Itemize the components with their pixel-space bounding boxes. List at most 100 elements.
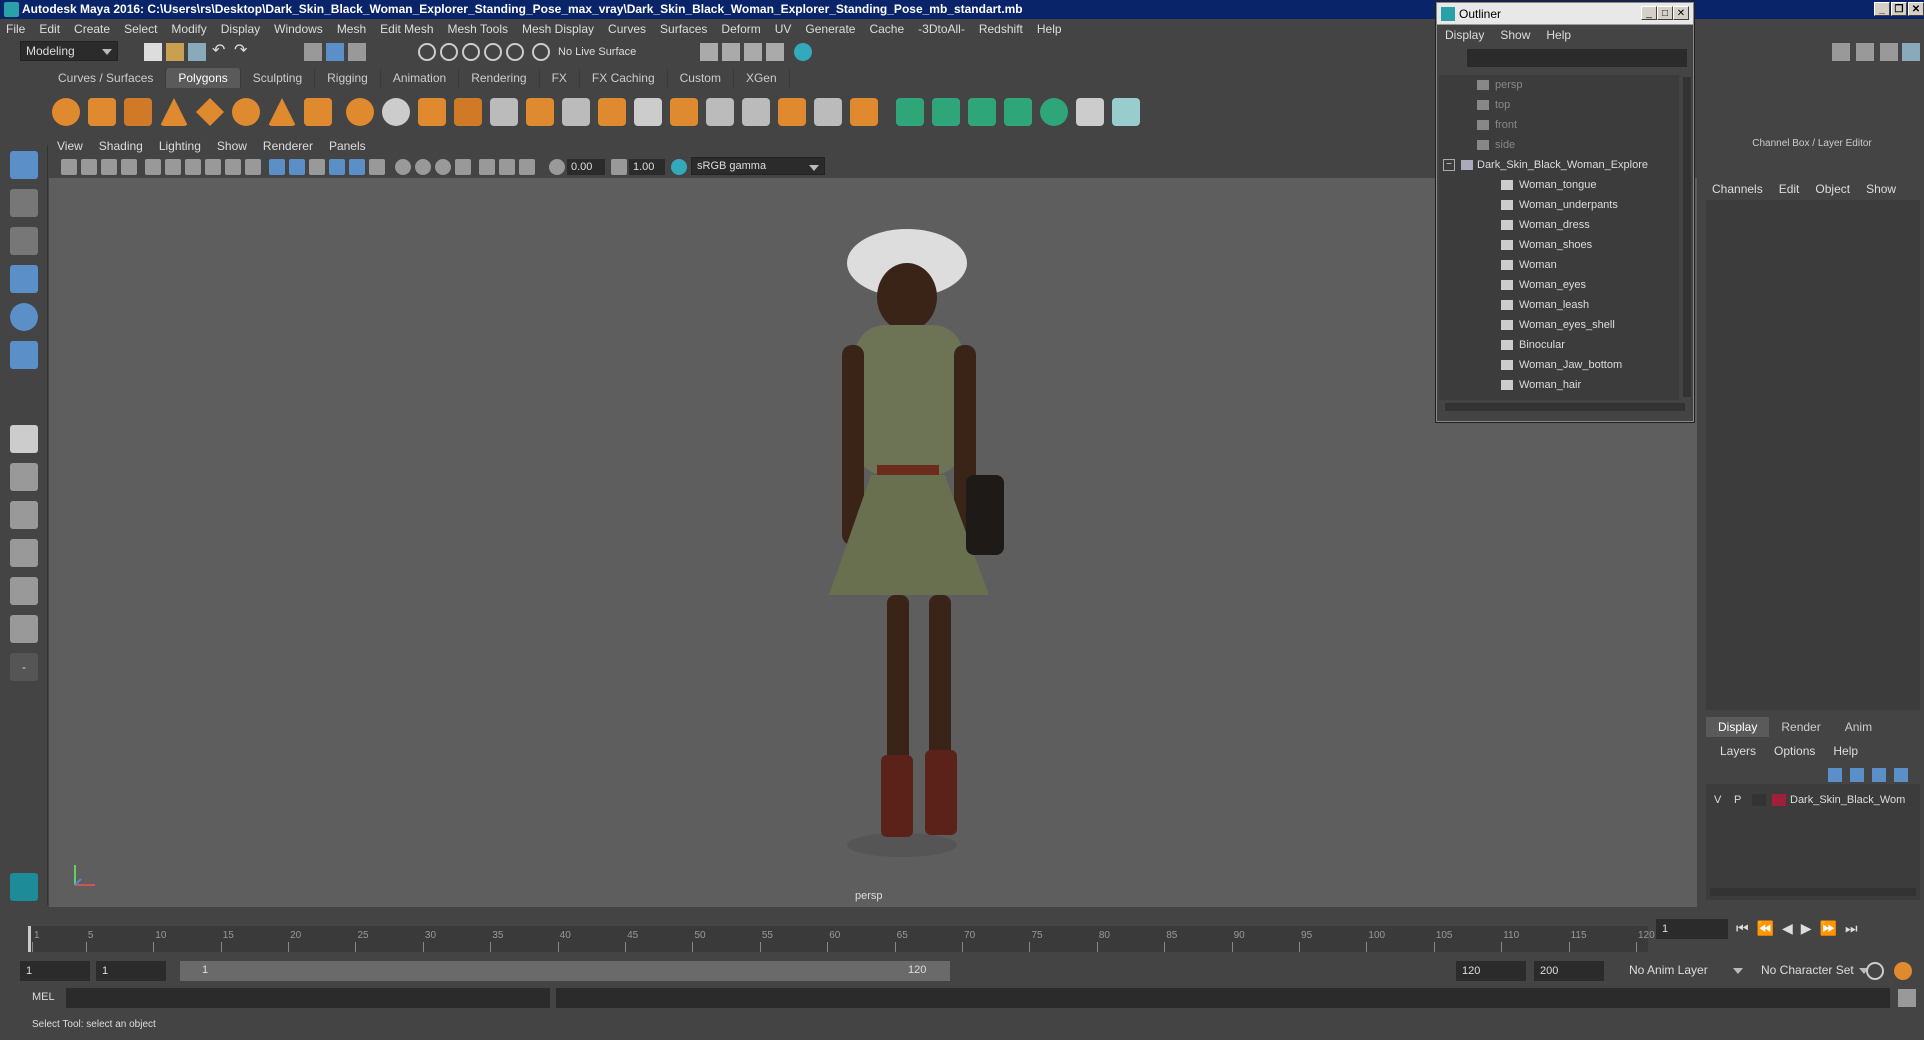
ipr-render-icon[interactable] bbox=[722, 43, 740, 61]
single-view-layout-icon[interactable] bbox=[10, 425, 38, 453]
exposure-icon[interactable] bbox=[549, 159, 565, 175]
current-frame-field[interactable]: 1 bbox=[1656, 919, 1728, 939]
poly-pyramid-icon[interactable] bbox=[268, 98, 296, 126]
fill-hole-icon[interactable] bbox=[814, 98, 842, 126]
open-scene-icon[interactable] bbox=[166, 43, 184, 61]
panel-menu-show[interactable]: Show bbox=[217, 139, 247, 153]
channel-box-icon[interactable] bbox=[1902, 43, 1920, 61]
outliner-maximize-icon[interactable]: □ bbox=[1657, 6, 1673, 20]
panel-menu-renderer[interactable]: Renderer bbox=[263, 139, 313, 153]
bevel-icon[interactable] bbox=[670, 98, 698, 126]
bridge-icon[interactable] bbox=[634, 98, 662, 126]
shelf-tab-xgen[interactable]: XGen bbox=[733, 68, 790, 88]
camera-select-icon[interactable] bbox=[61, 159, 77, 175]
snap-grid-icon[interactable] bbox=[418, 43, 436, 61]
menu-deform[interactable]: Deform bbox=[721, 22, 760, 36]
restore-icon[interactable]: ❐ bbox=[1891, 2, 1907, 16]
select-tool-icon[interactable] bbox=[10, 151, 38, 179]
menu-windows[interactable]: Windows bbox=[274, 22, 323, 36]
separate-icon[interactable] bbox=[382, 98, 410, 126]
outliner-item-camera[interactable]: side bbox=[1477, 135, 1515, 155]
poly-cube-icon[interactable] bbox=[88, 98, 116, 126]
ssao-icon[interactable] bbox=[395, 159, 411, 175]
menu-generate[interactable]: Generate bbox=[805, 22, 855, 36]
smooth-shade-icon[interactable] bbox=[289, 159, 305, 175]
anim-start-field[interactable]: 1 bbox=[96, 961, 166, 981]
outliner-item-mesh[interactable]: Woman bbox=[1501, 255, 1557, 275]
poly-plane-icon[interactable] bbox=[196, 98, 224, 126]
outliner-item-mesh[interactable]: Woman_eyes_shell bbox=[1501, 315, 1615, 335]
menu-edit[interactable]: Edit bbox=[39, 22, 60, 36]
rotate-tool-icon[interactable] bbox=[10, 303, 38, 331]
layer-visibility-toggle[interactable]: V bbox=[1714, 790, 1721, 810]
merge-icon[interactable] bbox=[778, 98, 806, 126]
gamma-field[interactable]: 1.00 bbox=[629, 159, 665, 175]
bookmark-icon[interactable] bbox=[101, 159, 117, 175]
layer-tab-anim[interactable]: Anim bbox=[1833, 717, 1884, 737]
lasso-tool-icon[interactable] bbox=[10, 189, 38, 217]
shelf-tab-polygons[interactable]: Polygons bbox=[166, 68, 241, 88]
menu-modify[interactable]: Modify bbox=[171, 22, 206, 36]
outliner-search-input[interactable] bbox=[1467, 49, 1687, 67]
exposure-field[interactable]: 0.00 bbox=[567, 159, 605, 175]
persp-graph-layout-icon[interactable] bbox=[10, 539, 38, 567]
end-frame-field[interactable]: 200 bbox=[1534, 961, 1604, 981]
attribute-editor-icon[interactable] bbox=[1856, 43, 1874, 61]
layer-menu-layers[interactable]: Layers bbox=[1720, 744, 1756, 758]
channel-menu-object[interactable]: Object bbox=[1815, 182, 1850, 196]
combine-icon[interactable] bbox=[346, 98, 374, 126]
snap-surface-icon[interactable] bbox=[506, 43, 524, 61]
range-slider-bar[interactable]: 1 120 bbox=[180, 961, 950, 981]
poly-pipe-icon[interactable] bbox=[304, 98, 332, 126]
snap-curve-icon[interactable] bbox=[440, 43, 458, 61]
anim-end-field[interactable]: 120 bbox=[1456, 961, 1526, 981]
script-editor-icon[interactable] bbox=[1898, 989, 1916, 1007]
outliner-item-mesh[interactable]: Woman_shoes bbox=[1501, 235, 1592, 255]
menu-surfaces[interactable]: Surfaces bbox=[660, 22, 707, 36]
shadows-icon[interactable] bbox=[369, 159, 385, 175]
layer-tab-display[interactable]: Display bbox=[1706, 717, 1770, 737]
outliner-menu-help[interactable]: Help bbox=[1546, 28, 1571, 42]
render-view-icon[interactable] bbox=[744, 43, 762, 61]
shelf-tab-custom[interactable]: Custom bbox=[667, 68, 734, 88]
outliner-minimize-icon[interactable]: _ bbox=[1641, 6, 1657, 20]
insert-loop-icon[interactable] bbox=[742, 98, 770, 126]
uv-planar-icon[interactable] bbox=[896, 98, 924, 126]
layer-tab-render[interactable]: Render bbox=[1769, 717, 1832, 737]
textured-icon[interactable] bbox=[329, 159, 345, 175]
modeling-toolkit-icon[interactable] bbox=[1832, 43, 1850, 61]
new-scene-icon[interactable] bbox=[144, 43, 162, 61]
smooth-icon[interactable] bbox=[454, 98, 482, 126]
uv-unfold-icon[interactable] bbox=[1040, 98, 1068, 126]
isolate-select-icon[interactable] bbox=[455, 159, 471, 175]
booleans-icon[interactable] bbox=[490, 98, 518, 126]
menu-cache[interactable]: Cache bbox=[869, 22, 904, 36]
layer-name[interactable]: Dark_Skin_Black_Wom bbox=[1790, 790, 1905, 810]
outliner-item-mesh[interactable]: Woman_eyes bbox=[1501, 275, 1586, 295]
menu-redshift[interactable]: Redshift bbox=[979, 22, 1023, 36]
shelf-tab-fx[interactable]: FX bbox=[539, 68, 580, 88]
anim-prefs-icon[interactable] bbox=[1894, 962, 1912, 980]
shelf-tab-sculpting[interactable]: Sculpting bbox=[240, 68, 316, 88]
menu-edit-mesh[interactable]: Edit Mesh bbox=[380, 22, 433, 36]
move-tool-icon[interactable] bbox=[10, 265, 38, 293]
outliner-item-group[interactable]: − Dark_Skin_Black_Woman_Explore bbox=[1443, 155, 1648, 175]
playback-controls[interactable]: ⏮⏪◀▶⏩⏭ bbox=[1736, 920, 1916, 938]
menu-mesh-display[interactable]: Mesh Display bbox=[522, 22, 594, 36]
uv-automatic-icon[interactable] bbox=[1004, 98, 1032, 126]
multi-cut-icon[interactable] bbox=[562, 98, 590, 126]
shelf-tab-fx-caching[interactable]: FX Caching bbox=[579, 68, 668, 88]
motion-blur-icon[interactable] bbox=[415, 159, 431, 175]
channel-menu-show[interactable]: Show bbox=[1866, 182, 1896, 196]
edge-loop-icon[interactable] bbox=[706, 98, 734, 126]
outliner-item-mesh[interactable]: Woman_dress bbox=[1501, 215, 1590, 235]
persp-outliner-layout-icon[interactable] bbox=[10, 501, 38, 529]
menu-uv[interactable]: UV bbox=[775, 22, 792, 36]
start-frame-field[interactable]: 1 bbox=[20, 961, 90, 981]
outliner-item-mesh[interactable]: Binocular bbox=[1501, 335, 1565, 355]
poly-cone-icon[interactable] bbox=[160, 98, 188, 126]
outliner-item-mesh[interactable]: Woman_leash bbox=[1501, 295, 1589, 315]
auto-key-icon[interactable] bbox=[1866, 962, 1884, 980]
outliner-item-mesh[interactable]: Woman_underpants bbox=[1501, 195, 1618, 215]
panel-menu-panels[interactable]: Panels bbox=[329, 139, 366, 153]
